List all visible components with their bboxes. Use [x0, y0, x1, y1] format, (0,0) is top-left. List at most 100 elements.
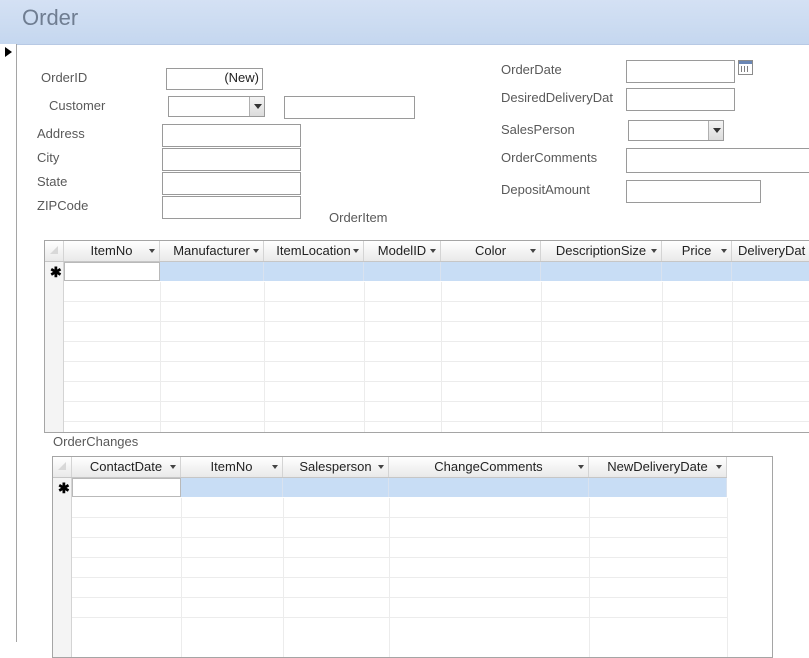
- column-label: Price: [681, 243, 712, 258]
- grid-line: [727, 498, 728, 657]
- grid-line: [389, 498, 390, 657]
- order-changes-title: OrderChanges: [53, 434, 139, 449]
- grid-line: [64, 361, 809, 362]
- chevron-down-icon[interactable]: [708, 121, 723, 140]
- column-header-contactdate[interactable]: ContactDate: [72, 457, 181, 477]
- new-row-cell-modelid[interactable]: [364, 262, 441, 281]
- city-label: City: [37, 150, 60, 165]
- current-record-arrow-icon: [5, 47, 12, 57]
- grid-line: [64, 341, 809, 342]
- select-all-icon[interactable]: [45, 241, 64, 261]
- column-header-price[interactable]: Price: [662, 241, 732, 261]
- column-label: NewDeliveryDate: [607, 459, 708, 474]
- column-header-manufacturer[interactable]: Manufacturer: [160, 241, 264, 261]
- sort-arrow-icon[interactable]: [578, 465, 584, 469]
- order-changes-grid[interactable]: ContactDate ItemNo Salesperson ChangeCom…: [52, 456, 773, 658]
- sort-arrow-icon[interactable]: [530, 249, 536, 253]
- order-item-title: OrderItem: [329, 210, 388, 225]
- grid-line: [160, 282, 161, 432]
- form-header: Order: [0, 0, 809, 45]
- column-header-descriptionsize[interactable]: DescriptionSize: [541, 241, 662, 261]
- grid-line: [589, 498, 590, 657]
- grid-line: [662, 282, 663, 432]
- sort-arrow-icon[interactable]: [253, 249, 259, 253]
- sort-arrow-icon[interactable]: [721, 249, 727, 253]
- row-selector-column[interactable]: ✱: [53, 478, 72, 657]
- new-row-cell-itemlocation[interactable]: [264, 262, 364, 281]
- order-comments-label: OrderComments: [501, 150, 598, 165]
- new-record-icon: ✱: [50, 264, 62, 280]
- sort-arrow-icon[interactable]: [430, 249, 436, 253]
- order-comments-field[interactable]: [626, 148, 809, 173]
- grid-line: [283, 498, 284, 657]
- order-item-grid[interactable]: ItemNo Manufacturer ItemLocation ModelID…: [44, 240, 809, 433]
- order-id-field[interactable]: (New): [166, 68, 263, 90]
- salesperson-label: SalesPerson: [501, 122, 575, 137]
- zip-label: ZIPCode: [37, 198, 89, 213]
- grid-line: [72, 517, 727, 518]
- select-all-icon[interactable]: [53, 457, 72, 477]
- sort-arrow-icon[interactable]: [149, 249, 155, 253]
- column-label: ItemLocation: [276, 243, 351, 258]
- column-header-changecomments[interactable]: ChangeComments: [389, 457, 589, 477]
- row-selector-column[interactable]: ✱: [45, 262, 64, 432]
- grid-line: [181, 498, 182, 657]
- chevron-down-icon[interactable]: [249, 97, 264, 116]
- sort-arrow-icon[interactable]: [378, 465, 384, 469]
- new-row-cell-contactdate[interactable]: [72, 478, 181, 497]
- column-header-itemno[interactable]: ItemNo: [181, 457, 283, 477]
- new-row-cell-descriptionsize[interactable]: [541, 262, 662, 281]
- grid-line: [72, 617, 727, 618]
- grid-line: [64, 401, 809, 402]
- grid-line: [72, 597, 727, 598]
- column-header-itemlocation[interactable]: ItemLocation: [264, 241, 364, 261]
- calendar-icon[interactable]: [738, 60, 753, 75]
- sort-arrow-icon[interactable]: [651, 249, 657, 253]
- column-header-deliverydate[interactable]: DeliveryDat: [732, 241, 809, 261]
- zip-field[interactable]: [162, 196, 301, 219]
- column-header-color[interactable]: Color: [441, 241, 541, 261]
- desired-delivery-label: DesiredDeliveryDat: [501, 90, 613, 105]
- grid-line: [364, 282, 365, 432]
- new-row-cell-itemno[interactable]: [181, 478, 283, 497]
- column-label: DeliveryDat: [738, 243, 806, 258]
- state-label: State: [37, 174, 68, 189]
- new-row-cell-newdeliverydate[interactable]: [589, 478, 727, 497]
- record-selector[interactable]: [0, 44, 17, 642]
- sort-arrow-icon[interactable]: [353, 249, 359, 253]
- column-header-salesperson[interactable]: Salesperson: [283, 457, 389, 477]
- sort-arrow-icon[interactable]: [170, 465, 176, 469]
- new-row-cell-salesperson[interactable]: [283, 478, 389, 497]
- customer-combo[interactable]: [168, 96, 265, 117]
- column-label: Salesperson: [299, 459, 372, 474]
- sort-arrow-icon[interactable]: [716, 465, 722, 469]
- column-header-newdeliverydate[interactable]: NewDeliveryDate: [589, 457, 727, 477]
- new-row-cell-deliverydate[interactable]: [732, 262, 809, 281]
- grid-line: [64, 321, 809, 322]
- address-field[interactable]: [162, 124, 301, 147]
- column-header-modelid[interactable]: ModelID: [364, 241, 441, 261]
- salesperson-combo[interactable]: [628, 120, 724, 141]
- new-row-cell-itemno[interactable]: [64, 262, 160, 281]
- grid-line: [72, 577, 727, 578]
- deposit-amount-field[interactable]: [626, 180, 761, 203]
- order-id-label: OrderID: [41, 70, 88, 85]
- column-label: Color: [474, 243, 507, 258]
- column-header-itemno[interactable]: ItemNo: [64, 241, 160, 261]
- new-row-cell-changecomments[interactable]: [389, 478, 589, 497]
- grid-line: [64, 301, 809, 302]
- grid-line: [64, 421, 809, 422]
- desired-delivery-field[interactable]: [626, 88, 735, 111]
- grid-line: [64, 381, 809, 382]
- grid-line: [441, 282, 442, 432]
- new-record-icon: ✱: [58, 480, 70, 496]
- state-field[interactable]: [162, 172, 301, 195]
- new-row-cell-color[interactable]: [441, 262, 541, 281]
- order-date-field[interactable]: [626, 60, 735, 83]
- order-changes-header-row: ContactDate ItemNo Salesperson ChangeCom…: [53, 457, 727, 478]
- customer-name-field[interactable]: [284, 96, 415, 119]
- new-row-cell-price[interactable]: [662, 262, 732, 281]
- city-field[interactable]: [162, 148, 301, 171]
- new-row-cell-manufacturer[interactable]: [160, 262, 264, 281]
- sort-arrow-icon[interactable]: [272, 465, 278, 469]
